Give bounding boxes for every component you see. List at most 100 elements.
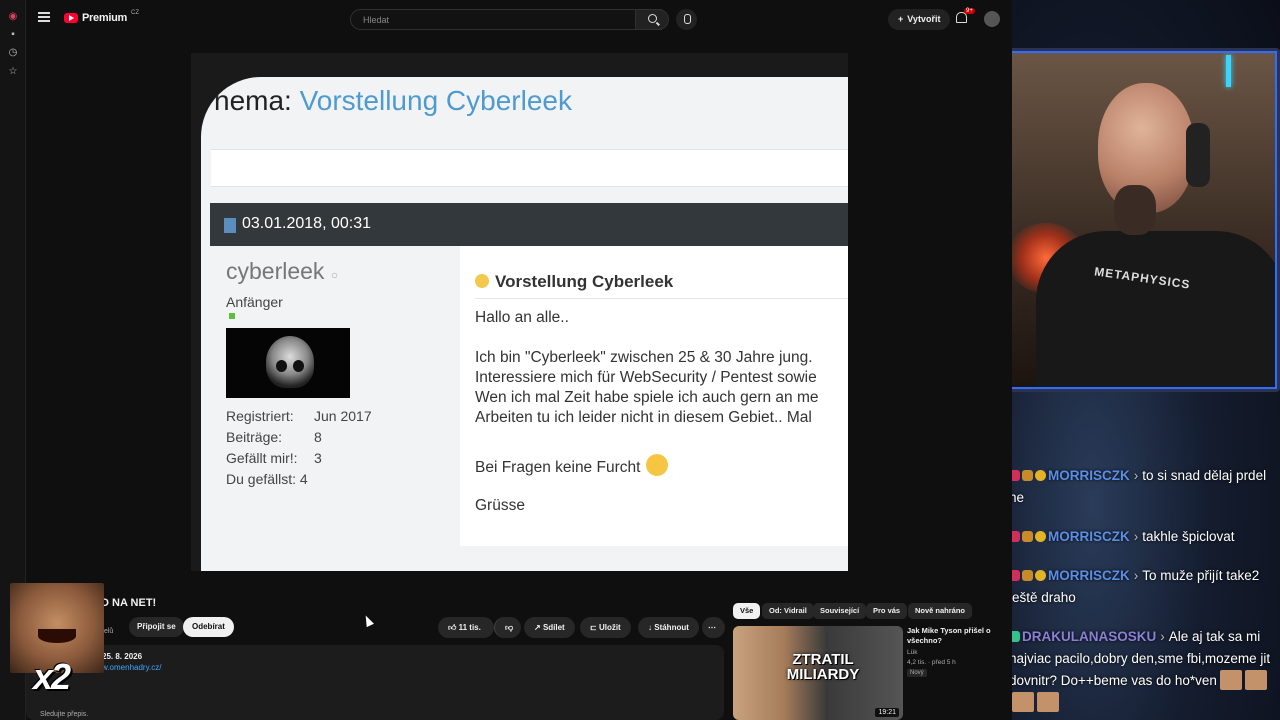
home-icon[interactable]: ▪: [6, 28, 20, 42]
streamer-shirt: [1036, 231, 1275, 387]
chip-related[interactable]: Související: [813, 603, 867, 619]
chat-username[interactable]: DRAKULANASOSKU: [1022, 629, 1156, 644]
top-bar: Premium CZ Hledat + Vytvořit 9+: [26, 0, 1012, 38]
user-stats: Registriert: Jun 2017 Beiträge: 8 Gefällt mi…: [226, 406, 372, 490]
upload-date: 25. 8. 2026: [102, 652, 143, 661]
message-line: Wen ich mal Zeit habe spiele ich auch ge…: [475, 389, 819, 406]
greeting: Grüsse: [475, 497, 525, 514]
message-line: Arbeiten tu ich leider nicht in diesem G…: [475, 409, 812, 426]
recommendation-thumbnail[interactable]: ZTRATIL MILIARDY 19:21: [733, 626, 903, 720]
lightbulb-icon: [475, 274, 489, 288]
description-box[interactable]: 25. 8. 2026 w.omenhadry.cz/ Sledujte pře…: [26, 645, 724, 720]
stat-row: Beiträge: 8: [226, 427, 372, 448]
more-actions-button[interactable]: ⋯: [702, 617, 725, 638]
stat-row: Du gefällst: 4: [226, 469, 372, 490]
separator-icon: ›: [1160, 629, 1165, 644]
badge-icon: [1035, 531, 1046, 542]
subscribe-button[interactable]: Odebírat: [183, 617, 234, 637]
like-button[interactable]: 👍︎ 11 tis.: [438, 617, 494, 638]
badge-icon: [1035, 570, 1046, 581]
badge-icon: [1035, 470, 1046, 481]
video-player[interactable]: hema: Vorstellung Cyberleek Er 03.01.201…: [191, 53, 848, 571]
youtube-logo[interactable]: Premium CZ: [64, 10, 139, 24]
badge-icon: [1012, 570, 1020, 581]
extension-icon[interactable]: ◉: [6, 10, 20, 24]
thread-title-link: Vorstellung Cyberleek: [299, 85, 572, 116]
post-datetime: 03.01.2018, 00:31: [242, 215, 372, 232]
more-icon: ⋯: [708, 623, 716, 632]
separator-icon: ›: [1133, 468, 1139, 483]
save-label: Uložit: [598, 623, 621, 632]
stat-row: Gefällt mir!: 3: [226, 448, 372, 469]
thread-title: hema: Vorstellung Cyberleek: [214, 85, 572, 117]
stat-label: Registriert:: [226, 408, 294, 424]
message-pane: Vorstellung Cyberleek Hallo an alle.. Ic…: [460, 246, 848, 546]
share-label: Sdílet: [542, 623, 565, 632]
emote-multiplier: x2: [33, 656, 71, 697]
search-input[interactable]: Hledat: [350, 9, 662, 30]
menu-icon[interactable]: [38, 12, 50, 22]
youtube-play-icon: [64, 13, 78, 23]
create-button[interactable]: + Vytvořit: [888, 9, 951, 30]
chat-username[interactable]: MORRISCZK: [1048, 568, 1130, 583]
search-icon: [648, 14, 657, 23]
chip-for-you[interactable]: Pro vás: [866, 603, 908, 619]
stat-row: Registriert: Jun 2017: [226, 406, 372, 427]
voice-search-button[interactable]: [676, 9, 697, 30]
smile-icon: [646, 454, 669, 476]
download-label: Stáhnout: [654, 623, 689, 632]
thumb-up-icon: 👍︎: [448, 623, 459, 632]
stat-value: Jun 2017: [314, 408, 372, 424]
chip-all[interactable]: Vše: [733, 603, 761, 619]
separator-icon: ›: [1133, 529, 1139, 544]
user-avatar: [226, 328, 350, 398]
chip-from-channel[interactable]: Od: Vidrail: [762, 603, 814, 619]
new-badge: Nový: [907, 669, 927, 677]
logo-text: Premium: [82, 12, 127, 24]
search-button[interactable]: [635, 9, 669, 30]
stat-label: Du gefällst: 4: [226, 471, 308, 487]
dislike-button[interactable]: 👎︎: [494, 617, 521, 638]
bookmark-icon: ⊏: [590, 623, 599, 632]
stat-label: Beiträge:: [226, 429, 283, 445]
star-icon[interactable]: ☆: [6, 65, 20, 79]
chat-username[interactable]: MORRISCZK: [1048, 529, 1130, 544]
logo-country: CZ: [130, 10, 139, 16]
document-icon: [224, 218, 236, 233]
recommendation-title[interactable]: Jak Mike Tyson přišel o všechno?: [907, 626, 992, 646]
badge-icon: [1022, 531, 1033, 542]
chat-message: DRAKULANASOSKU › Ale aj tak sa mi najviac …: [1012, 624, 1280, 716]
post-header: 03.01.2018, 00:31: [210, 203, 848, 246]
emote-icon: [1244, 670, 1267, 690]
badge-icon: [1012, 470, 1020, 481]
badge-icon: [1012, 531, 1020, 542]
webcam-feed: METAPHYSICS: [1012, 51, 1277, 389]
chip-recently-uploaded[interactable]: Nově nahráno: [908, 603, 973, 619]
message-line: Ich bin "Cyberleek" zwischen 25 & 30 Jah…: [475, 349, 813, 366]
history-icon[interactable]: ◷: [6, 46, 20, 60]
emote-icon: [1037, 692, 1059, 712]
like-count: 11 tis.: [458, 623, 481, 632]
message-title: Vorstellung Cyberleek: [475, 272, 673, 292]
mouse-cursor: [362, 613, 374, 628]
headset-icon: [1186, 123, 1210, 187]
username: cyberleek ○: [226, 258, 338, 285]
badge-icon: [1022, 570, 1033, 581]
avatar[interactable]: [984, 11, 1000, 27]
search-placeholder: Hledat: [363, 15, 390, 25]
recommendation-channel[interactable]: Lük: [907, 648, 956, 658]
description-link[interactable]: w.omenhadry.cz/: [102, 663, 161, 672]
thumbnail-text: ZTRATIL MILIARDY: [786, 651, 860, 683]
video-duration: 19:21: [875, 708, 899, 717]
video-title: D NA NET!: [101, 597, 157, 609]
save-button[interactable]: ⊏ Uložit: [580, 617, 631, 638]
emote-mouth: [38, 629, 76, 643]
chat-username[interactable]: MORRISCZK: [1048, 468, 1130, 483]
message-line: [475, 328, 818, 348]
create-label: Vytvořit: [907, 14, 941, 24]
download-button[interactable]: ↓ Stáhnout: [638, 617, 699, 638]
share-button[interactable]: ↗ Sdílet: [524, 617, 575, 638]
message-title-text: Vorstellung Cyberleek: [495, 272, 674, 291]
chat-text: takhle špiclovat: [1142, 529, 1235, 544]
join-button[interactable]: Připojit se: [129, 617, 184, 637]
